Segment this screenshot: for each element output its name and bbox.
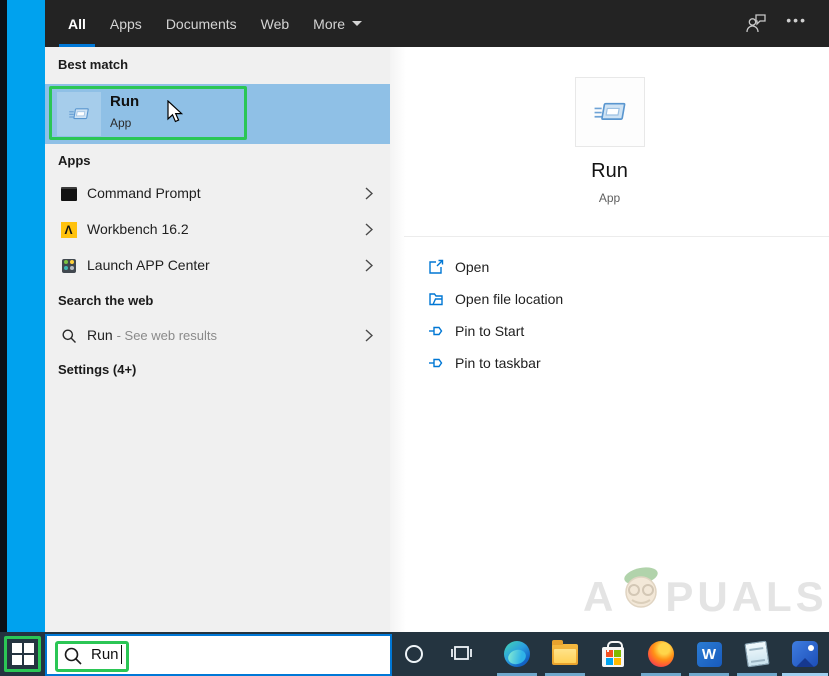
start-button[interactable] [0, 632, 45, 676]
tab-web-label: Web [260, 15, 290, 32]
tab-more[interactable]: More [313, 0, 363, 47]
cortana-icon [405, 645, 423, 663]
tab-documents[interactable]: Documents [166, 0, 237, 47]
notepad-button[interactable] [733, 632, 781, 676]
mouse-cursor [167, 99, 184, 129]
text-caret [121, 645, 122, 664]
action-label: Open file location [455, 291, 564, 307]
detail-app-name: Run [591, 160, 628, 182]
search-icon [60, 327, 77, 344]
file-explorer-icon [552, 639, 578, 665]
best-match-run-item[interactable]: Run App [45, 84, 390, 144]
run-app-icon [57, 92, 101, 136]
run-app-icon-large [575, 77, 645, 147]
settings-header: Settings (4+) [58, 362, 137, 377]
action-label: Pin to taskbar [455, 355, 541, 371]
firefox-button[interactable] [637, 632, 685, 676]
desktop-left-edge [0, 0, 7, 632]
result-web-search[interactable]: Run - See web results [45, 319, 390, 351]
action-open-file-location[interactable]: Open file location [390, 283, 829, 315]
result-label: Command Prompt [87, 185, 201, 201]
file-explorer-button[interactable] [541, 632, 589, 676]
result-workbench[interactable]: Λ Workbench 16.2 [45, 213, 390, 245]
detail-panel: Run App Open Open file location Pin to S… [390, 47, 829, 632]
divider [404, 236, 829, 237]
pin-icon [428, 355, 444, 371]
task-view-icon [451, 646, 472, 660]
action-pin-to-start[interactable]: Pin to Start [390, 315, 829, 347]
feedback-icon[interactable] [745, 13, 767, 38]
tab-web[interactable]: Web [261, 0, 290, 47]
microsoft-store-button[interactable] [589, 632, 637, 676]
tab-apps[interactable]: Apps [110, 0, 142, 47]
chevron-down-icon [352, 21, 363, 26]
open-icon [428, 259, 444, 275]
notepad-icon [744, 640, 770, 668]
cortana-button[interactable] [390, 632, 438, 676]
firefox-icon [648, 641, 674, 667]
search-icon [63, 646, 83, 671]
tab-more-label: More [313, 15, 346, 32]
action-pin-to-taskbar[interactable]: Pin to taskbar [390, 347, 829, 379]
command-prompt-icon [60, 185, 77, 202]
chevron-right-icon[interactable] [365, 329, 374, 347]
windows-logo-icon [11, 643, 34, 665]
tab-all[interactable]: All [59, 0, 95, 47]
query-text: Run [87, 327, 113, 343]
word-icon: W [696, 641, 722, 667]
action-label: Open [455, 259, 490, 275]
edge-button[interactable] [493, 632, 541, 676]
tab-documents-label: Documents [165, 15, 237, 32]
results-list: Best match Run App Apps Command Prompt Λ… [45, 47, 390, 632]
result-label: Launch APP Center [87, 257, 210, 273]
edge-icon [504, 641, 530, 667]
taskbar-search-box[interactable]: Run [45, 634, 392, 676]
microsoft-store-icon [602, 641, 624, 667]
chevron-right-icon[interactable] [365, 223, 374, 241]
task-view-button[interactable] [438, 632, 486, 676]
filter-tabs: All Apps Documents Web More [59, 0, 363, 47]
best-match-title: Run [110, 93, 140, 110]
best-match-type: App [110, 116, 132, 130]
search-filter-bar: All Apps Documents Web More ••• [45, 0, 829, 47]
photos-button[interactable] [781, 632, 829, 676]
word-button[interactable]: W [685, 632, 733, 676]
chevron-right-icon[interactable] [365, 187, 374, 205]
tab-apps-label: Apps [109, 15, 142, 32]
web-search-suffix: - See web results [116, 328, 218, 343]
app-center-icon [60, 257, 77, 274]
result-label: Workbench 16.2 [87, 221, 189, 237]
pin-icon [428, 323, 444, 339]
result-launch-app-center[interactable]: Launch APP Center [45, 249, 390, 281]
tab-all-label: All [68, 15, 86, 32]
taskbar: Run W [0, 632, 829, 676]
result-command-prompt[interactable]: Command Prompt [45, 177, 390, 209]
action-label: Pin to Start [455, 323, 525, 339]
chevron-right-icon[interactable] [365, 259, 374, 277]
action-open[interactable]: Open [390, 251, 829, 283]
search-input-value: Run [91, 646, 119, 663]
more-options-icon[interactable]: ••• [786, 12, 807, 28]
apps-header: Apps [58, 153, 91, 168]
best-match-header: Best match [58, 57, 129, 72]
web-search-query: Run - See web results [87, 327, 217, 343]
search-flyout: All Apps Documents Web More ••• Best mat… [45, 0, 829, 632]
folder-icon [428, 291, 444, 307]
photos-icon [792, 641, 818, 667]
detail-app-type: App [598, 191, 621, 205]
search-web-header: Search the web [58, 293, 154, 308]
workbench-icon: Λ [60, 221, 77, 238]
